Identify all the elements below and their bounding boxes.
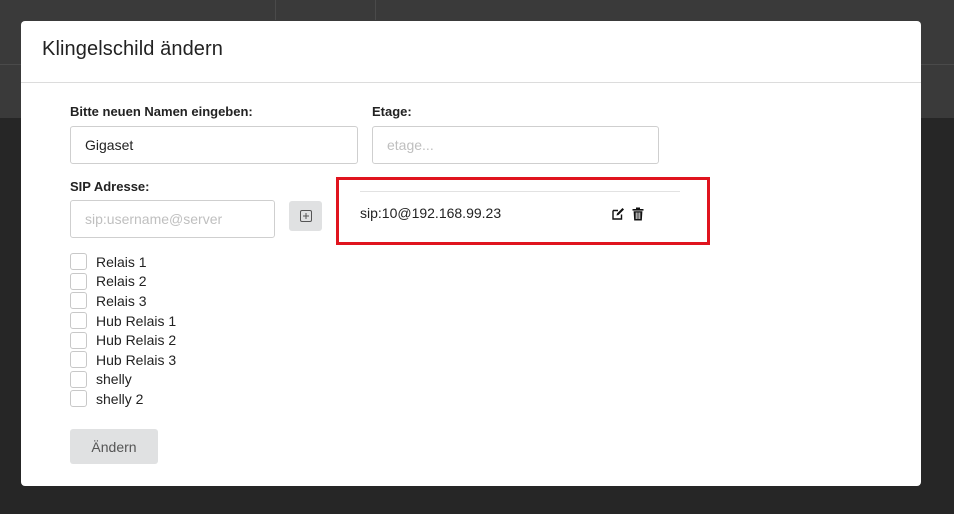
background-divider bbox=[375, 0, 376, 20]
relay-checkbox-item[interactable]: Relais 1 bbox=[70, 252, 176, 272]
change-button[interactable]: Ändern bbox=[70, 429, 158, 464]
relay-checkbox-label: Relais 2 bbox=[96, 273, 147, 290]
relay-checkbox-label: Hub Relais 1 bbox=[96, 312, 177, 329]
plus-square-icon bbox=[299, 210, 312, 222]
floor-input[interactable] bbox=[372, 126, 659, 164]
relay-checkbox-item[interactable]: Relais 2 bbox=[70, 272, 176, 292]
relay-checkbox-label: Relais 3 bbox=[96, 292, 147, 309]
relay-checkbox[interactable] bbox=[70, 331, 87, 349]
relay-checkbox[interactable] bbox=[70, 390, 87, 408]
relay-checkbox-label: Relais 1 bbox=[96, 253, 147, 270]
dialog-header: Klingelschild ändern bbox=[21, 21, 921, 83]
relay-checkbox-item[interactable]: Hub Relais 1 bbox=[70, 311, 176, 331]
relay-checkbox[interactable] bbox=[70, 370, 87, 388]
relay-checkbox-list: Relais 1 Relais 2 Relais 3 Hub Relais 1 … bbox=[70, 252, 176, 409]
edit-icon[interactable] bbox=[610, 206, 626, 222]
relay-checkbox-item[interactable]: Hub Relais 2 bbox=[70, 330, 176, 350]
edit-doorbell-dialog: Klingelschild ändern Bitte neuen Namen e… bbox=[21, 21, 921, 486]
sip-address-label: SIP Adresse: bbox=[70, 179, 150, 194]
relay-checkbox[interactable] bbox=[70, 351, 87, 369]
relay-checkbox[interactable] bbox=[70, 253, 87, 271]
trash-icon[interactable] bbox=[630, 206, 646, 222]
relay-checkbox-label: Hub Relais 2 bbox=[96, 332, 177, 349]
add-sip-button[interactable] bbox=[289, 201, 322, 231]
relay-checkbox-label: Hub Relais 3 bbox=[96, 351, 177, 368]
background-divider bbox=[275, 0, 276, 20]
relay-checkbox-item[interactable]: Relais 3 bbox=[70, 291, 176, 311]
name-input[interactable] bbox=[70, 126, 358, 164]
sip-entries-panel: sip:10@192.168.99.23 bbox=[336, 177, 710, 245]
relay-checkbox-label: shelly bbox=[96, 371, 132, 388]
relay-checkbox-item[interactable]: Hub Relais 3 bbox=[70, 350, 176, 370]
relay-checkbox-label: shelly 2 bbox=[96, 390, 144, 407]
relay-checkbox[interactable] bbox=[70, 272, 87, 290]
relay-checkbox[interactable] bbox=[70, 292, 87, 310]
relay-checkbox[interactable] bbox=[70, 312, 87, 330]
floor-label: Etage: bbox=[372, 104, 412, 119]
sip-entry-address: sip:10@192.168.99.23 bbox=[360, 205, 502, 221]
relay-checkbox-item[interactable]: shelly 2 bbox=[70, 389, 176, 409]
name-label: Bitte neuen Namen eingeben: bbox=[70, 104, 253, 119]
sip-address-input[interactable] bbox=[70, 200, 275, 238]
dialog-title: Klingelschild ändern bbox=[42, 38, 224, 60]
relay-checkbox-item[interactable]: shelly bbox=[70, 370, 176, 390]
sip-list-divider bbox=[360, 191, 680, 192]
